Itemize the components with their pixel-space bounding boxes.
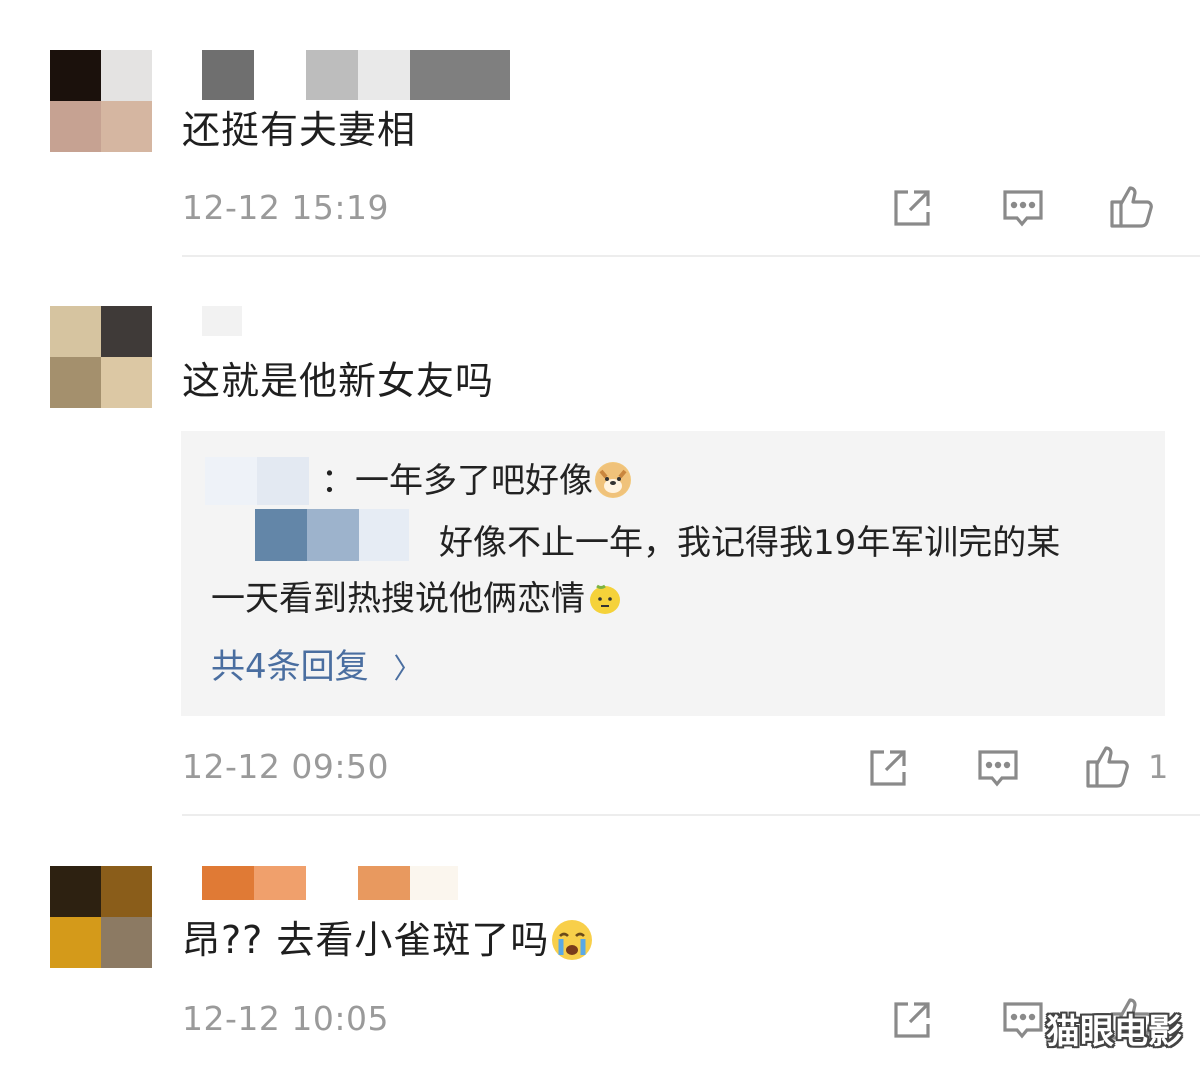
lemon-emoji-icon (587, 580, 623, 616)
avatar-pixel (101, 357, 152, 408)
comment-text: 还挺有夫妻相 (182, 108, 417, 152)
username-blurred[interactable] (202, 50, 510, 100)
comment-icon[interactable] (974, 744, 1022, 792)
avatar-pixel (101, 917, 152, 968)
avatar[interactable] (50, 306, 152, 408)
reply-username-blurred[interactable] (205, 457, 309, 505)
reply-text-2: 好像不止一年，我记得我19年军训完的某 (439, 523, 1061, 563)
reply-username-blurred[interactable] (255, 509, 409, 561)
view-all-replies-link[interactable]: 共4条回复 〉 (211, 643, 421, 693)
comment-1: 还挺有夫妻相 12-12 15:19 (0, 0, 1200, 258)
share-icon[interactable] (888, 996, 936, 1044)
avatar-pixel (101, 50, 152, 101)
avatar-pixel (101, 866, 152, 917)
username-blurred[interactable] (202, 866, 458, 900)
watermark: 猫眼电影 (1046, 1012, 1182, 1052)
avatar-pixel (50, 306, 101, 357)
reply-text-1: ：一年多了吧好像 (321, 457, 631, 505)
like-count: 1 (1148, 748, 1169, 786)
avatar-pixel (50, 101, 101, 152)
share-icon[interactable] (864, 744, 912, 792)
doge-emoji-icon (595, 462, 631, 498)
avatar-pixel (50, 50, 101, 101)
comment-text: 这就是他新女友吗 (182, 359, 495, 403)
like-icon[interactable] (1084, 742, 1132, 790)
reply-text-3: 一天看到热搜说他俩恋情 (211, 575, 623, 623)
divider (182, 255, 1200, 257)
comment-text: 昂?? 去看小雀斑了吗 (182, 914, 593, 966)
chevron-right-icon: 〉 (393, 652, 422, 685)
like-icon[interactable] (1108, 182, 1156, 230)
comment-icon[interactable] (999, 184, 1047, 232)
comment-time: 12-12 15:19 (182, 188, 389, 227)
comment-icon[interactable] (999, 996, 1047, 1044)
divider (182, 814, 1200, 816)
avatar-pixel (50, 357, 101, 408)
avatar-pixel (50, 866, 101, 917)
reply-preview[interactable]: ：一年多了吧好像 好像不止一年，我记得我19年军训完的某 一天看到热搜说他俩恋情… (181, 431, 1165, 716)
avatar-pixel (50, 917, 101, 968)
avatar[interactable] (50, 50, 152, 152)
comment-time: 12-12 09:50 (182, 747, 389, 786)
share-icon[interactable] (888, 184, 936, 232)
avatar-pixel (101, 306, 152, 357)
avatar-pixel (101, 101, 152, 152)
crying-emoji-icon (551, 919, 593, 961)
comment-time: 12-12 10:05 (182, 999, 389, 1038)
avatar[interactable] (50, 866, 152, 968)
username-blurred[interactable] (202, 306, 242, 336)
